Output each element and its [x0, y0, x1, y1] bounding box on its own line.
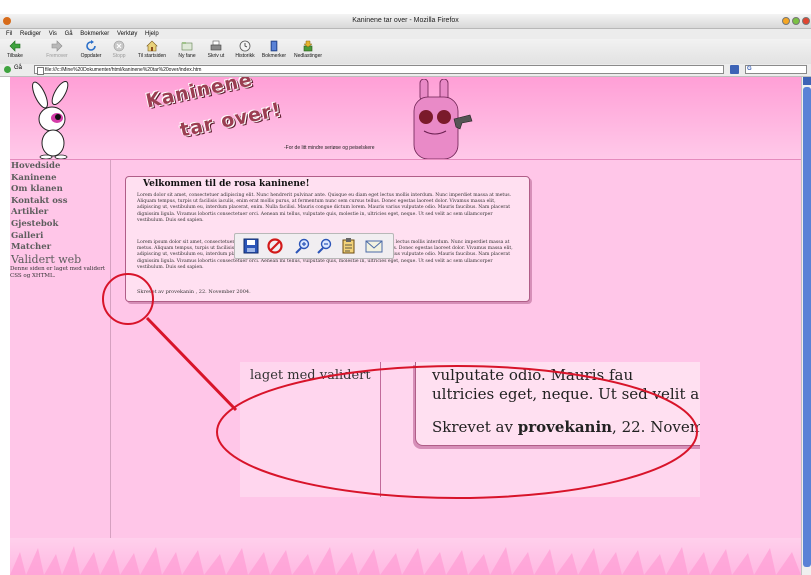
vertical-scrollbar[interactable]: [801, 77, 811, 575]
annotation-overlay: [102, 273, 698, 499]
annotation-connector-line: [145, 316, 238, 412]
scroll-up-icon[interactable]: [803, 77, 811, 85]
annotation-small-circle: [102, 273, 154, 325]
scrollbar-thumb[interactable]: [803, 87, 811, 567]
annotation-large-ellipse: [216, 365, 698, 499]
